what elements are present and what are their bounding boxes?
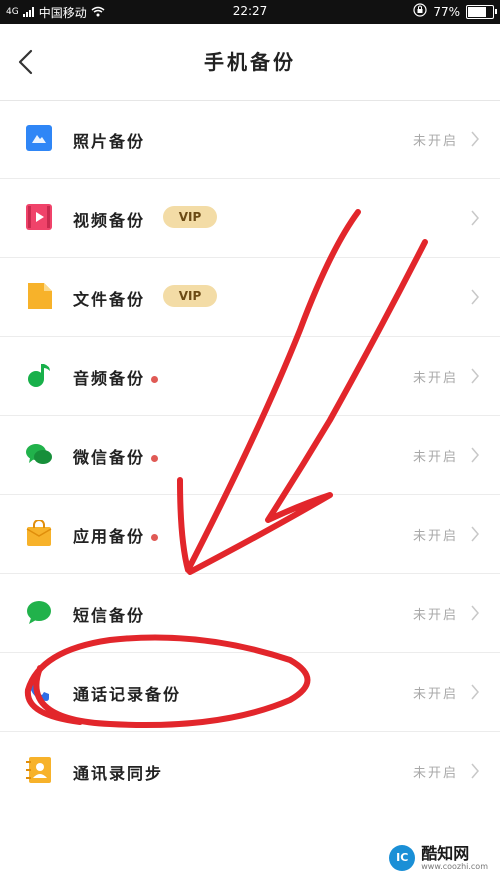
chevron-right-icon xyxy=(471,684,479,700)
item-label-text: 微信备份 xyxy=(73,448,146,467)
video-icon xyxy=(26,204,52,230)
battery-fill xyxy=(468,6,487,17)
rotation-lock-icon xyxy=(413,3,427,20)
vip-badge: VIP xyxy=(163,285,217,307)
list-item-file-backup[interactable]: 文件备份 VIP xyxy=(0,258,500,337)
item-status: 未开启 xyxy=(412,766,458,781)
new-dot xyxy=(151,455,159,462)
file-icon xyxy=(26,283,52,309)
status-bar: 4G 中国移动 22:27 77% xyxy=(0,0,500,24)
item-label: 通话记录备份 xyxy=(73,685,182,704)
list-item-call-log-backup[interactable]: 通话记录备份 未开启 xyxy=(0,653,500,732)
watermark: IC 酷知网 www.coozhi.com xyxy=(389,845,488,871)
watermark-url: www.coozhi.com xyxy=(421,861,488,871)
item-status: 未开启 xyxy=(412,450,458,465)
item-label: 视频备份 xyxy=(73,211,146,230)
item-status: 未开启 xyxy=(412,529,458,544)
battery-icon xyxy=(466,4,497,19)
chevron-right-icon xyxy=(471,763,479,779)
new-dot xyxy=(151,534,159,541)
item-label: 应用备份 xyxy=(73,523,159,547)
item-label: 音频备份 xyxy=(73,365,159,389)
list-item-audio-backup[interactable]: 音频备份 未开启 xyxy=(0,337,500,416)
phone-icon xyxy=(26,678,52,704)
photo-icon xyxy=(26,125,52,151)
music-icon xyxy=(26,362,52,388)
chevron-right-icon xyxy=(471,368,479,384)
list-item-wechat-backup[interactable]: 微信备份 未开启 xyxy=(0,416,500,495)
list-item-photo-backup[interactable]: 照片备份 未开启 xyxy=(0,100,500,179)
list-item-sms-backup[interactable]: 短信备份 未开启 xyxy=(0,574,500,653)
new-dot xyxy=(151,376,159,383)
item-label: 照片备份 xyxy=(73,132,146,151)
item-status: 未开启 xyxy=(412,371,458,386)
battery-percent: 77% xyxy=(433,4,460,19)
chevron-right-icon xyxy=(471,526,479,542)
item-label: 通讯录同步 xyxy=(73,764,164,783)
nav-bar: 手机备份 xyxy=(0,24,500,101)
list-item-app-backup[interactable]: 应用备份 未开启 xyxy=(0,495,500,574)
item-status: 未开启 xyxy=(412,687,458,702)
item-label: 短信备份 xyxy=(73,606,146,625)
vip-badge: VIP xyxy=(163,206,217,228)
item-label: 微信备份 xyxy=(73,444,159,468)
page-title: 手机备份 xyxy=(204,50,296,74)
app-bag-icon xyxy=(26,519,52,546)
watermark-logo: IC xyxy=(389,845,416,871)
sms-icon xyxy=(26,599,52,625)
status-right: 77% xyxy=(413,3,497,20)
backup-list: 照片备份 未开启 视频备份 VIP 文件备份 VIP 音频备份 未开启 微信备份… xyxy=(0,100,500,810)
item-label-text: 应用备份 xyxy=(73,527,146,546)
chevron-right-icon xyxy=(471,289,479,305)
item-status: 未开启 xyxy=(412,134,458,149)
wechat-icon xyxy=(26,441,52,467)
item-label-text: 音频备份 xyxy=(73,369,146,388)
chevron-right-icon xyxy=(471,605,479,621)
chevron-right-icon xyxy=(471,210,479,226)
watermark-text-block: 酷知网 www.coozhi.com xyxy=(421,843,488,871)
watermark-name: 酷知网 xyxy=(421,843,470,863)
chevron-right-icon xyxy=(471,131,479,147)
list-item-video-backup[interactable]: 视频备份 VIP xyxy=(0,179,500,258)
list-item-contacts-sync[interactable]: 通讯录同步 未开启 xyxy=(0,732,500,810)
item-label: 文件备份 xyxy=(73,290,146,309)
item-status: 未开启 xyxy=(412,608,458,623)
contacts-icon xyxy=(26,757,52,783)
chevron-right-icon xyxy=(471,447,479,463)
